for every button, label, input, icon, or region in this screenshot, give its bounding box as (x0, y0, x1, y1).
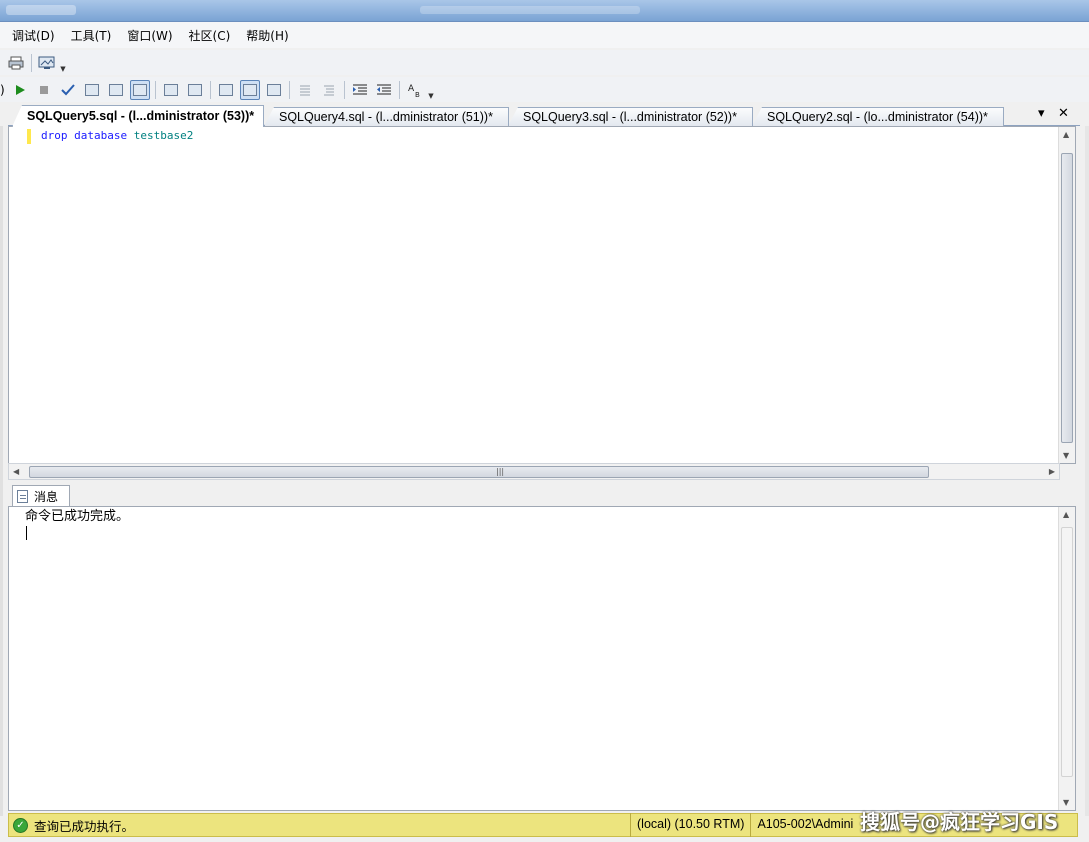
indent-icon[interactable] (350, 80, 370, 100)
scroll-left-icon[interactable]: ◀ (13, 467, 19, 476)
query-design-icon[interactable] (82, 80, 102, 100)
scroll-down-icon[interactable]: ▼ (1063, 451, 1069, 460)
sql-editor-toolbar: ) AB ▼ (0, 77, 1089, 102)
editor-vscroll-thumb[interactable] (1061, 153, 1073, 443)
menu-community[interactable]: 社区(C) (181, 25, 239, 46)
success-check-icon: ✓ (13, 817, 28, 833)
text-caret (26, 526, 27, 540)
tab-messages[interactable]: 消息 (12, 485, 70, 506)
close-tab-icon[interactable]: ✕ (1058, 106, 1069, 121)
include-plan-icon[interactable] (185, 80, 205, 100)
client-stats-icon[interactable] (216, 80, 236, 100)
menu-help[interactable]: 帮助(H) (238, 25, 296, 46)
parse-check-icon[interactable] (58, 80, 78, 100)
standard-toolbar: ▼ (0, 50, 1089, 75)
live-stats-icon[interactable] (240, 79, 260, 100)
results-text-icon[interactable] (106, 80, 126, 100)
toolbar-separator (210, 80, 211, 99)
window-title-blurred (6, 5, 76, 15)
toolbar-separator (344, 80, 345, 99)
screen-icon[interactable] (37, 53, 57, 73)
window-titlebar (0, 0, 1089, 22)
specify-values-icon[interactable]: AB (405, 80, 425, 100)
svg-text:B: B (415, 91, 420, 98)
right-dock-edge (1085, 126, 1089, 816)
tab-sqlquery4[interactable]: SQLQuery4.sql - (l...dministrator (51))* (264, 107, 509, 126)
toolbar-separator (289, 80, 290, 99)
menu-bar: 调试(D) 工具(T) 窗口(W) 社区(C) 帮助(H) (0, 22, 1089, 48)
query-editor[interactable]: drop database testbase2 ▲ ▼ (8, 126, 1076, 464)
tab-sqlquery2[interactable]: SQLQuery2.sql - (lo...dministrator (54))… (752, 107, 1004, 126)
tab-sqlquery5[interactable]: SQLQuery5.sql - (l...dministrator (53))* (12, 105, 264, 127)
status-text: 查询已成功执行。 (34, 818, 135, 834)
uncomment-icon[interactable] (319, 80, 339, 100)
scroll-down-icon[interactable]: ▼ (1063, 798, 1069, 807)
results-grid-icon[interactable] (130, 79, 150, 100)
sql-identifier: testbase2 (133, 129, 194, 142)
toolbar-separator (31, 53, 32, 72)
menu-tools[interactable]: 工具(T) (63, 25, 120, 46)
include-stats-icon[interactable] (264, 80, 284, 100)
toolbar-overflow-dropdown[interactable]: ▼ (59, 53, 67, 73)
sql-keyword-drop: drop (41, 129, 68, 142)
messages-pane[interactable]: 命令已成功完成。 ▲ ▼ (8, 506, 1076, 811)
execute-icon[interactable] (10, 80, 30, 100)
toolbar-separator (399, 80, 400, 99)
messages-vscroll-thumb[interactable] (1061, 527, 1073, 777)
scroll-up-icon[interactable]: ▲ (1063, 130, 1069, 139)
tab-messages-label: 消息 (34, 489, 59, 504)
print-icon[interactable] (6, 53, 26, 73)
menu-window[interactable]: 窗口(W) (119, 25, 180, 46)
svg-text:A: A (408, 84, 415, 94)
modified-line-marker (27, 129, 31, 144)
editor-horizontal-scrollbar[interactable]: ◀ ||| ▶ (8, 463, 1060, 480)
scroll-grip-icon: ||| (496, 467, 505, 476)
toolbar-overflow-dropdown[interactable]: ▼ (427, 80, 435, 100)
window-caption-blurred (420, 6, 640, 14)
status-server: (local) (10.50 RTM) (630, 813, 750, 837)
sql-keyword-database: database (74, 129, 128, 142)
status-login: A105-002\Admini (750, 813, 859, 837)
toolbar-separator (155, 80, 156, 99)
editor-hscroll-thumb[interactable]: ||| (29, 466, 929, 478)
toolbar-truncated-glyph: ) (0, 82, 5, 97)
scroll-up-icon[interactable]: ▲ (1063, 510, 1069, 519)
menu-debug[interactable]: 调试(D) (4, 25, 63, 46)
tab-sqlquery3[interactable]: SQLQuery3.sql - (l...dministrator (52))* (508, 107, 753, 126)
scroll-right-icon[interactable]: ▶ (1049, 467, 1055, 476)
results-file-icon[interactable] (161, 80, 181, 100)
messages-vertical-scrollbar[interactable]: ▲ ▼ (1058, 507, 1075, 810)
watermark: 搜狐号@疯狂学习GIS (860, 810, 1059, 834)
left-dock-edge (0, 126, 3, 816)
stop-icon[interactable] (34, 80, 54, 100)
document-tab-strip: SQLQuery5.sql - (l...dministrator (53))*… (8, 105, 1080, 127)
code-line-1: drop database testbase2 (41, 128, 193, 144)
messages-doc-icon (17, 489, 28, 503)
result-message: 命令已成功完成。 (25, 509, 130, 524)
editor-vertical-scrollbar[interactable]: ▲ ▼ (1058, 127, 1075, 463)
tab-list-dropdown-icon[interactable]: ▾ (1038, 106, 1045, 121)
outdent-icon[interactable] (374, 80, 394, 100)
comment-icon[interactable] (295, 80, 315, 100)
